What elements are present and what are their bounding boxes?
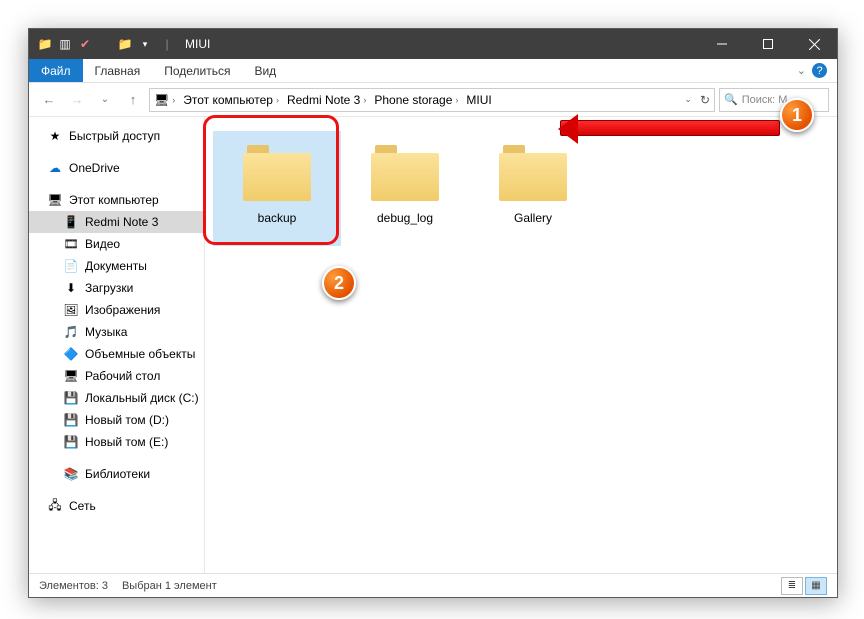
qat-item[interactable]: ▥ <box>57 36 73 52</box>
recent-chevron-icon[interactable]: ⌄ <box>93 88 117 112</box>
content-pane[interactable]: backup debug_log Gallery <box>205 117 837 573</box>
breadcrumb-segment[interactable]: Phone storage <box>374 93 452 107</box>
status-count: Элементов: 3 <box>39 580 108 592</box>
star-icon: ★ <box>47 128 63 144</box>
nav-quick-access[interactable]: ★Быстрый доступ <box>29 125 204 147</box>
close-button[interactable] <box>791 29 837 59</box>
nav-item-icon: 📚 <box>63 466 79 482</box>
nav-item-label: Redmi Note 3 <box>85 215 158 229</box>
nav-item-icon: 🖼 <box>63 302 79 318</box>
nav-network[interactable]: 🖧Сеть <box>29 495 204 517</box>
nav-item-label: Музыка <box>85 325 127 339</box>
nav-item[interactable]: 💾 Новый том (E:) <box>29 431 204 453</box>
nav-item-icon: 💾 <box>63 390 79 406</box>
forward-button[interactable]: → <box>65 88 89 112</box>
title-bar: 📁 ▥ ✔ 📁 ▾ | MIUI <box>29 29 837 59</box>
nav-item[interactable]: 🖥 Рабочий стол <box>29 365 204 387</box>
folder-label: Gallery <box>514 211 552 225</box>
annotation-badge-2: 2 <box>322 266 356 300</box>
nav-item-label: Документы <box>85 259 147 273</box>
nav-item-label: Загрузки <box>85 281 133 295</box>
nav-item-icon: 🔷 <box>63 346 79 362</box>
cloud-icon: ☁ <box>47 160 63 176</box>
qat-item[interactable]: ✔ <box>77 36 93 52</box>
breadcrumb-segment[interactable]: Redmi Note 3 <box>287 93 360 107</box>
tab-view[interactable]: Вид <box>242 59 288 82</box>
breadcrumb-segment[interactable]: MIUI <box>466 93 491 107</box>
nav-item-label: Видео <box>85 237 120 251</box>
tab-home[interactable]: Главная <box>83 59 153 82</box>
nav-item-label: Новый том (E:) <box>85 435 168 449</box>
nav-item-label: Рабочий стол <box>85 369 160 383</box>
folder-icon: 📁 <box>117 36 133 52</box>
folder-icon <box>371 145 439 201</box>
window-title: MIUI <box>185 37 210 51</box>
nav-item-icon: ⬇ <box>63 280 79 296</box>
maximize-button[interactable] <box>745 29 791 59</box>
tab-file[interactable]: Файл <box>29 59 83 82</box>
nav-item[interactable]: 🎞 Видео <box>29 233 204 255</box>
nav-item-label: Локальный диск (C:) <box>85 391 199 405</box>
status-bar: Элементов: 3 Выбран 1 элемент ≣ ▦ <box>29 573 837 597</box>
nav-this-pc[interactable]: 🖥Этот компьютер <box>29 189 204 211</box>
addr-dropdown-icon[interactable]: ⌄ <box>684 94 692 105</box>
up-button[interactable]: ↑ <box>121 88 145 112</box>
nav-item-label: Новый том (D:) <box>85 413 169 427</box>
pc-icon: 🖥 <box>154 93 169 107</box>
address-bar[interactable]: 🖥› Этот компьютер› Redmi Note 3› Phone s… <box>149 88 715 112</box>
tab-share[interactable]: Поделиться <box>152 59 242 82</box>
nav-item-label: Изображения <box>85 303 160 317</box>
breadcrumb-segment[interactable]: Этот компьютер <box>183 93 273 107</box>
folder-label: backup <box>258 211 297 225</box>
nav-item[interactable]: 📄 Документы <box>29 255 204 277</box>
folder-backup[interactable]: backup <box>213 131 341 246</box>
nav-item-icon: 🎵 <box>63 324 79 340</box>
nav-item[interactable]: 📱 Redmi Note 3 <box>29 211 204 233</box>
nav-item[interactable]: 🔷 Объемные объекты <box>29 343 204 365</box>
back-button[interactable]: ← <box>37 88 61 112</box>
annotation-badge-1: 1 <box>780 98 814 132</box>
nav-item[interactable]: 🖼 Изображения <box>29 299 204 321</box>
nav-item-icon: 💾 <box>63 412 79 428</box>
address-row: ← → ⌄ ↑ 🖥› Этот компьютер› Redmi Note 3›… <box>29 83 837 117</box>
folder-label: debug_log <box>377 211 433 225</box>
nav-item[interactable]: 💾 Новый том (D:) <box>29 409 204 431</box>
nav-item-icon: 🖥 <box>63 368 79 384</box>
nav-item-icon: 📄 <box>63 258 79 274</box>
ribbon-expand-icon[interactable]: ⌄ <box>797 64 806 77</box>
nav-onedrive[interactable]: ☁OneDrive <box>29 157 204 179</box>
folder-icon <box>243 145 311 201</box>
refresh-icon[interactable]: ↻ <box>700 93 710 107</box>
status-selected: Выбран 1 элемент <box>122 580 217 592</box>
quick-access-toolbar: 📁 ▥ ✔ 📁 ▾ | <box>29 36 177 52</box>
ribbon-tabs: Файл Главная Поделиться Вид ⌄ ? <box>29 59 837 83</box>
nav-item[interactable]: 📚 Библиотеки <box>29 463 204 485</box>
folder-icon: 📁 <box>37 36 53 52</box>
folder-debug-log[interactable]: debug_log <box>341 131 469 246</box>
search-icon: 🔍 <box>724 93 738 106</box>
qat-chevron[interactable]: ▾ <box>137 36 153 52</box>
folder-icon <box>499 145 567 201</box>
nav-item-label: Объемные объекты <box>85 347 195 361</box>
nav-item[interactable]: 🎵 Музыка <box>29 321 204 343</box>
network-icon: 🖧 <box>47 498 63 514</box>
nav-item-label: Библиотеки <box>85 467 150 481</box>
nav-item-icon: 📱 <box>63 214 79 230</box>
nav-item[interactable]: 💾 Локальный диск (C:) <box>29 387 204 409</box>
minimize-button[interactable] <box>699 29 745 59</box>
view-details-button[interactable]: ≣ <box>781 577 803 595</box>
nav-item-icon: 🎞 <box>63 236 79 252</box>
annotation-arrow <box>560 120 780 136</box>
pc-icon: 🖥 <box>47 192 63 208</box>
explorer-window: 📁 ▥ ✔ 📁 ▾ | MIUI Файл Главная Поделиться… <box>28 28 838 598</box>
nav-item-icon: 💾 <box>63 434 79 450</box>
view-icons-button[interactable]: ▦ <box>805 577 827 595</box>
navigation-pane: ★Быстрый доступ ☁OneDrive 🖥Этот компьюте… <box>29 117 205 573</box>
nav-item[interactable]: ⬇ Загрузки <box>29 277 204 299</box>
help-icon[interactable]: ? <box>812 63 827 78</box>
folder-gallery[interactable]: Gallery <box>469 131 597 246</box>
